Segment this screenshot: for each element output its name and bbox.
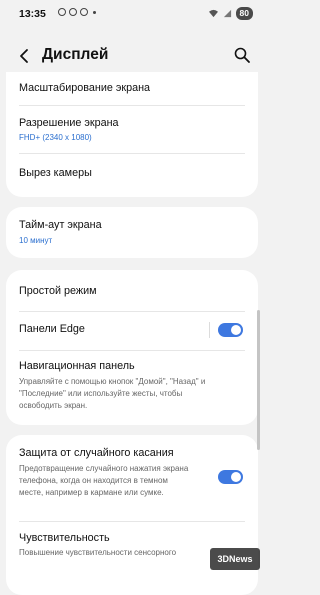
item-description: Предотвращение случайного нажатия экрана… [19,464,189,497]
notification-icon [58,8,66,16]
item-title: Разрешение экрана [19,117,119,129]
toggle-knob [231,325,241,335]
status-right: 80 [208,7,253,20]
item-title: Тайм-аут экрана [19,219,102,231]
item-title: Панели Edge [19,323,85,335]
scrollbar[interactable] [257,310,260,450]
page-title: Дисплей [42,46,109,63]
screen-timeout-item[interactable]: Тайм-аут экрана 10 минут [6,207,258,258]
search-icon[interactable] [233,46,251,64]
screen-scale-item[interactable]: Масштабирование экрана [6,72,258,102]
toggle-separator [209,322,210,338]
notification-icon [80,8,88,16]
settings-card-timeout: Тайм-аут экрана 10 минут [6,207,258,258]
notification-icon [69,8,77,16]
notification-icons [58,8,96,16]
navigation-bar-item[interactable]: Навигационная панель Управляйте с помощь… [6,351,258,425]
more-notifications-dot-icon [93,10,96,14]
edge-panels-item[interactable]: Панели Edge [6,312,258,349]
settings-card-touch: Защита от случайного касания Предотвраще… [6,435,258,595]
edge-panels-toggle[interactable] [218,323,243,337]
item-title: Навигационная панель [19,360,135,372]
signal-icon [223,9,231,18]
accidental-touch-item[interactable]: Защита от случайного касания Предотвраще… [6,435,258,519]
item-value: FHD+ (2340 x 1080) [19,133,92,142]
item-description: Управляйте с помощью кнопок "Домой", "На… [19,377,206,410]
status-bar: 13:35 80 [0,0,265,28]
item-title: Вырез камеры [19,167,92,179]
settings-card-display: Масштабирование экрана Разрешение экрана… [6,72,258,197]
chevron-left-icon[interactable] [16,48,32,64]
item-title: Простой режим [19,285,97,297]
wifi-icon [208,9,218,18]
toggle-knob [231,472,241,482]
item-title: Масштабирование экрана [19,82,151,94]
app-bar: Дисплей [0,40,265,72]
resolution-item[interactable]: Разрешение экрана FHD+ (2340 x 1080) [6,106,258,153]
accidental-touch-toggle[interactable] [218,470,243,484]
status-time: 13:35 [19,8,46,20]
item-title: Чувствительность [19,532,110,544]
item-description: Повышение чувствительности сенсорного [19,548,177,557]
item-value: 10 минут [19,236,53,245]
battery-badge: 80 [235,7,253,20]
camera-cutout-item[interactable]: Вырез камеры [6,154,258,194]
simple-mode-item[interactable]: Простой режим [6,270,258,310]
watermark-logo: 3DNews [210,548,260,570]
item-title: Защита от случайного касания [19,447,174,459]
settings-card-modes: Простой режим Панели Edge Навигационная … [6,270,258,425]
